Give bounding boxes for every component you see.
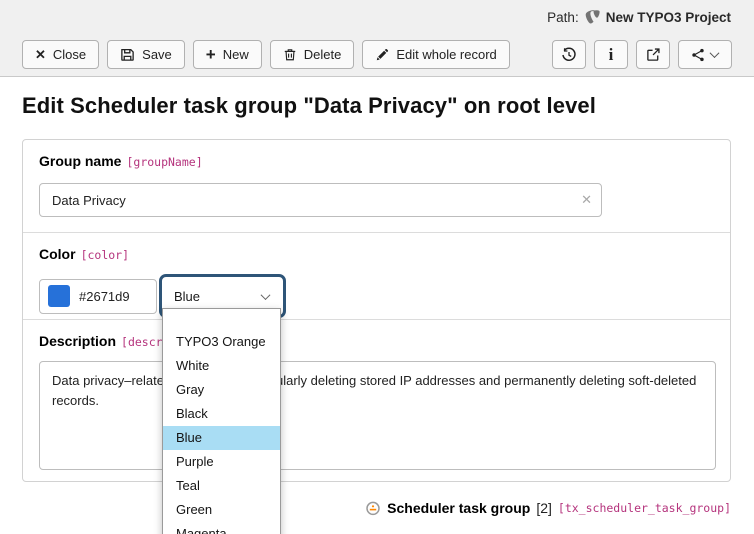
chevron-down-icon [710, 48, 720, 58]
dropdown-option[interactable] [163, 309, 280, 330]
clear-input-icon[interactable]: ✕ [581, 192, 592, 208]
dropdown-option[interactable]: Green [163, 498, 280, 522]
edit-whole-record-button[interactable]: Edit whole record [362, 40, 509, 69]
selected-color-value: Blue [174, 289, 200, 304]
color-field-hint: [color] [81, 248, 129, 262]
edit-whole-record-label: Edit whole record [396, 47, 496, 62]
color-label-row: Color [color] [39, 246, 714, 264]
color-hex-input[interactable]: #2671d9 [39, 279, 157, 314]
delete-button[interactable]: Delete [270, 40, 355, 69]
dropdown-option[interactable]: Magenta [163, 522, 280, 534]
group-name-field-hint: [groupName] [126, 155, 202, 169]
chevron-down-icon [261, 290, 271, 300]
record-table-name: [tx_scheduler_task_group] [558, 501, 731, 515]
dropdown-option[interactable]: Purple [163, 450, 280, 474]
save-button[interactable]: Save [107, 40, 185, 69]
path-label: Path: [547, 10, 579, 25]
plus-icon: + [206, 46, 216, 63]
share-icon [691, 48, 705, 62]
group-name-section: Group name [groupName] ✕ [23, 140, 730, 232]
scheduler-task-group-icon [365, 500, 381, 516]
color-input-row: #2671d9 Blue [39, 274, 714, 318]
page-title: Edit Scheduler task group "Data Privacy"… [22, 93, 596, 119]
open-in-new-window-button[interactable] [636, 40, 670, 69]
close-button[interactable]: ✕ Close [22, 40, 99, 69]
new-label: New [223, 47, 249, 62]
info-icon: i [609, 46, 614, 63]
description-label: Description [39, 333, 116, 349]
group-name-label: Group name [39, 153, 121, 169]
dropdown-option[interactable]: Gray [163, 378, 280, 402]
delete-label: Delete [304, 47, 342, 62]
close-icon: ✕ [35, 48, 46, 61]
history-icon [561, 47, 577, 63]
record-type-label: Scheduler task group [387, 500, 530, 516]
color-dropdown: TYPO3 OrangeWhiteGrayBlackBluePurpleTeal… [162, 308, 281, 534]
dropdown-option[interactable]: TYPO3 Orange [163, 330, 280, 354]
color-hex-value: #2671d9 [79, 289, 130, 304]
pencil-icon [375, 48, 389, 62]
info-button[interactable]: i [594, 40, 628, 69]
description-section: Description[description] Data privacy–re… [23, 319, 730, 481]
history-button[interactable] [552, 40, 586, 69]
color-swatch[interactable] [48, 285, 70, 307]
trash-icon [283, 47, 297, 62]
description-textarea[interactable]: Data privacy–related tasks such as regul… [39, 361, 716, 470]
group-name-input[interactable] [39, 183, 602, 217]
doc-header: Path: New TYPO3 Project ✕ Close Save + [0, 0, 754, 77]
color-section: Color [color] #2671d9 Blue [23, 232, 730, 319]
record-info-line: Scheduler task group [2] [tx_scheduler_t… [365, 500, 731, 516]
new-button[interactable]: + New [193, 40, 262, 69]
open-in-new-window-icon [646, 47, 661, 62]
project-name: New TYPO3 Project [606, 10, 731, 25]
save-icon [120, 47, 135, 62]
description-label-row: Description[description] [39, 333, 714, 351]
record-form: Group name [groupName] ✕ Color [color] #26… [22, 139, 731, 482]
breadcrumb: Path: New TYPO3 Project [547, 9, 731, 26]
group-name-input-wrap: ✕ [39, 183, 602, 217]
dropdown-option[interactable]: White [163, 354, 280, 378]
record-uid: [2] [536, 500, 552, 516]
group-name-label-row: Group name [groupName] [39, 153, 714, 171]
close-label: Close [53, 47, 86, 62]
dropdown-option[interactable]: Black [163, 402, 280, 426]
dropdown-option[interactable]: Teal [163, 474, 280, 498]
color-label: Color [39, 246, 76, 262]
toolbar: ✕ Close Save + New Delete [22, 40, 732, 69]
save-label: Save [142, 47, 172, 62]
dropdown-option[interactable]: Blue [163, 426, 280, 450]
typo3-logo-icon [584, 9, 601, 26]
share-button[interactable] [678, 40, 732, 69]
